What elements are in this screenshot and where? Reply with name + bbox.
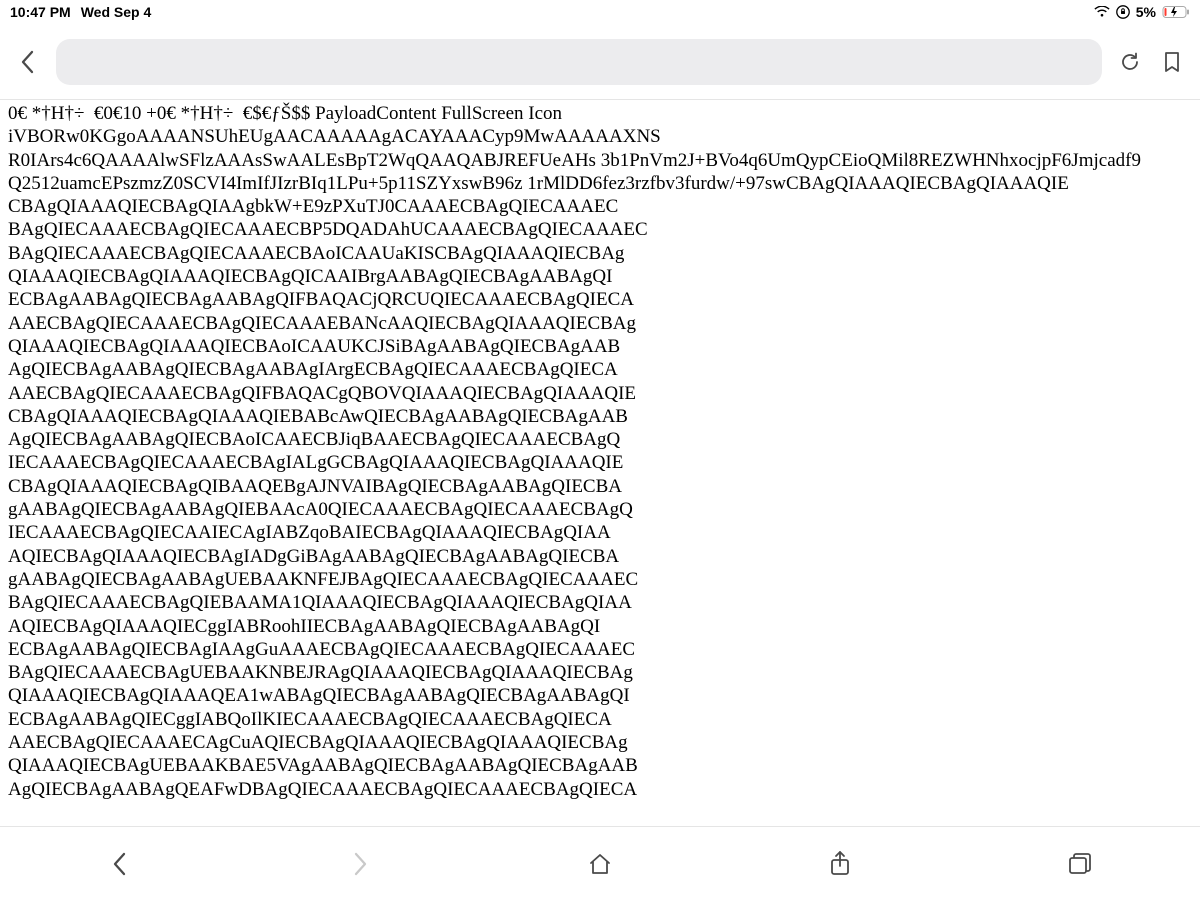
date: Wed Sep 4 <box>81 4 152 20</box>
toolbar-back-button[interactable] <box>100 844 140 884</box>
toolbar-forward-button[interactable] <box>340 844 380 884</box>
clock: 10:47 PM <box>10 4 71 20</box>
status-left: 10:47 PM Wed Sep 4 <box>10 4 151 20</box>
page-body-text: 0€ *†H†÷ €0€10 +0€ *†H†÷ €$€ƒŠ$$ Payload… <box>8 102 1192 801</box>
address-input[interactable] <box>70 53 1088 71</box>
reload-button[interactable] <box>1116 48 1144 76</box>
battery-percent: 5% <box>1136 4 1156 20</box>
toolbar-tabs-button[interactable] <box>1060 844 1100 884</box>
chrome-right <box>1116 48 1186 76</box>
wifi-icon <box>1094 6 1110 18</box>
orientation-lock-icon <box>1116 5 1130 19</box>
page-viewport[interactable]: 0€ *†H†÷ €0€10 +0€ *†H†÷ €$€ƒŠ$$ Payload… <box>0 100 1200 826</box>
toolbar-share-button[interactable] <box>820 844 860 884</box>
nav-back-button[interactable] <box>14 48 42 76</box>
address-bar[interactable] <box>56 39 1102 85</box>
status-right: 5% <box>1094 4 1190 20</box>
status-bar: 10:47 PM Wed Sep 4 5% <box>0 0 1200 24</box>
bottom-toolbar <box>0 826 1200 900</box>
bookmark-button[interactable] <box>1158 48 1186 76</box>
toolbar-home-button[interactable] <box>580 844 620 884</box>
browser-chrome <box>0 24 1200 100</box>
battery-icon <box>1162 5 1190 19</box>
